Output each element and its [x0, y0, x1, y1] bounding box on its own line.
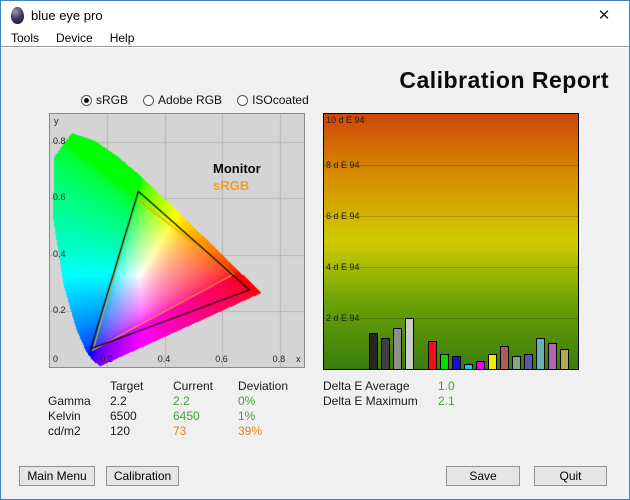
legend-srgb: sRGB — [213, 178, 249, 193]
table-header-current: Current — [173, 379, 238, 394]
luminance-target: 120 — [110, 424, 173, 439]
radio-button-icon — [143, 95, 154, 106]
menu-help[interactable]: Help — [110, 31, 135, 45]
radio-srgb[interactable]: sRGB — [81, 93, 128, 107]
cie-y-axis-label: y — [54, 116, 59, 126]
kelvin-target: 6500 — [110, 409, 173, 424]
delta-e-maximum-label: Delta E Maximum — [323, 394, 438, 409]
row-label-gamma: Gamma — [48, 394, 110, 409]
radio-srgb-label: sRGB — [96, 93, 128, 107]
table-header-deviation: Deviation — [238, 379, 300, 394]
delta-e-bar-blue — [452, 356, 461, 369]
chart-y-tick-label: 4 d E 94 — [326, 262, 360, 272]
close-button[interactable]: ✕ — [587, 3, 621, 27]
cie-y-tick: 0.2 — [53, 305, 66, 315]
cie-x-tick: 0.4 — [158, 354, 171, 364]
delta-e-value: 2.1 — [438, 394, 455, 409]
app-window: blue eye pro ✕ Tools Device Help Calibra… — [0, 0, 630, 500]
radio-isocoated[interactable]: ISOcoated — [237, 93, 309, 107]
kelvin-current: 6450 — [173, 409, 238, 424]
delta-e-bar-black — [369, 333, 378, 369]
delta-e-bar-dark-gray — [381, 338, 390, 369]
delta-e-bar-khaki — [560, 349, 569, 369]
radio-button-icon — [237, 95, 248, 106]
page-title: Calibration Report — [399, 67, 609, 94]
close-icon: ✕ — [598, 6, 611, 24]
delta-e-bar-pale-green — [512, 356, 521, 369]
gamma-target: 2.2 — [110, 394, 173, 409]
chart-gridline — [324, 318, 578, 319]
cie-horseshoe-canvas — [50, 114, 304, 367]
delta-e-value: 1.0 — [438, 379, 455, 394]
radio-adobe-rgb[interactable]: Adobe RGB — [143, 93, 222, 107]
chart-gridline — [324, 216, 578, 217]
legend-monitor: Monitor — [213, 161, 261, 176]
delta-e-bar-green — [440, 354, 449, 369]
delta-e-bar-white — [405, 318, 414, 369]
radio-adobe-rgb-label: Adobe RGB — [158, 93, 222, 107]
quit-button[interactable]: Quit — [534, 466, 607, 486]
delta-e-summary: Delta E Average 1.0 Delta E Maximum 2.1 — [323, 379, 455, 409]
row-label-luminance: cd/m2 — [48, 424, 110, 439]
chart-y-tick-label: 2 d E 94 — [326, 313, 360, 323]
row-label-kelvin: Kelvin — [48, 409, 110, 424]
gamut-radio-group: sRGB Adobe RGB ISOcoated — [81, 93, 309, 107]
delta-e-bar-cyan — [464, 364, 473, 369]
calibration-button[interactable]: Calibration — [106, 466, 179, 486]
menu-separator — [1, 46, 629, 48]
results-table: Target Current Deviation Gamma 2.2 2.2 0… — [48, 379, 300, 439]
radio-button-icon — [81, 95, 92, 106]
main-menu-button[interactable]: Main Menu — [19, 466, 95, 486]
delta-e-bar-red — [428, 341, 437, 369]
title-bar[interactable]: blue eye pro ✕ — [1, 1, 629, 29]
window-title: blue eye pro — [31, 8, 103, 23]
table-header-blank — [48, 379, 110, 394]
chart-y-tick-label: 8 d E 94 — [326, 160, 360, 170]
delta-e-bar-dark-red — [500, 346, 509, 369]
chart-gridline — [324, 165, 578, 166]
delta-e-bar-chart: 2 d E 94 4 d E 94 6 d E 94 8 d E 94 10 d E 9… — [323, 113, 579, 370]
cie-x-tick: 0.8 — [273, 354, 286, 364]
menu-bar: Tools Device Help — [1, 29, 629, 46]
delta-e-bar-magenta — [476, 361, 485, 369]
delta-e-bar-slate-blue — [524, 354, 533, 369]
cie-y-tick: 0.8 — [53, 136, 66, 146]
cie-x-tick: 0.2 — [100, 354, 113, 364]
cie-y-tick: 0.4 — [53, 249, 66, 259]
radio-isocoated-label: ISOcoated — [252, 93, 309, 107]
app-egg-icon — [11, 7, 24, 24]
chart-y-tick-label: 10 d E 94 — [326, 115, 365, 125]
chromaticity-diagram: Monitor sRGB 0 0.2 0.4 0.6 0.8 0.2 0.4 0.6 0.8 y x — [49, 113, 305, 368]
table-header-target: Target — [110, 379, 173, 394]
delta-e-bar-teal — [536, 338, 545, 369]
delta-e-bar-orchid — [548, 343, 557, 369]
luminance-deviation: 39% — [238, 424, 300, 439]
chart-y-tick-label: 6 d E 94 — [326, 211, 360, 221]
delta-e-bar-gray — [393, 328, 402, 369]
menu-device[interactable]: Device — [56, 31, 93, 45]
delta-e-bar-yellow — [488, 354, 497, 369]
cie-x-tick: 0.6 — [215, 354, 228, 364]
kelvin-deviation: 1% — [238, 409, 300, 424]
cie-x-tick: 0 — [53, 354, 58, 364]
cie-x-axis-label: x — [296, 354, 301, 364]
cie-y-tick: 0.6 — [53, 192, 66, 202]
delta-e-average-label: Delta E Average — [323, 379, 438, 394]
menu-tools[interactable]: Tools — [11, 31, 39, 45]
save-button[interactable]: Save — [446, 466, 520, 486]
chart-gridline — [324, 267, 578, 268]
luminance-current: 73 — [173, 424, 238, 439]
gamma-current: 2.2 — [173, 394, 238, 409]
gamma-deviation: 0% — [238, 394, 300, 409]
